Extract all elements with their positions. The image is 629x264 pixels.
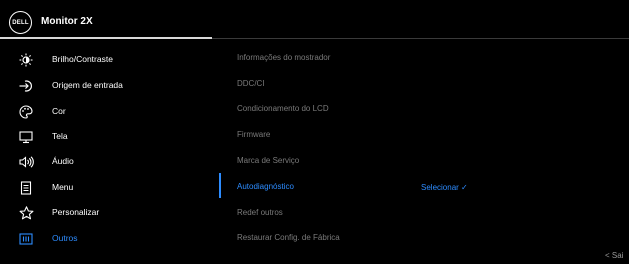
menu-item-label: Personalizar <box>52 207 100 217</box>
monitor-osd: DELL Monitor 2X Brilho/Contraste Origem … <box>0 0 629 264</box>
menu-item-brightness-contrast[interactable]: Brilho/Contraste <box>0 48 212 73</box>
menu-item-label: Menu <box>52 182 74 192</box>
speaker-icon <box>18 154 34 170</box>
osd-header: DELL Monitor 2X <box>0 0 629 40</box>
submenu-item-service-tag[interactable]: Marca de Serviço <box>237 156 299 165</box>
menu-list-icon <box>18 180 34 196</box>
submenu-item-lcd-conditioning[interactable]: Condicionamento do LCD <box>237 104 329 113</box>
menu-item-label: Origem de entrada <box>52 80 123 90</box>
menu-item-display[interactable]: Tela <box>0 125 212 150</box>
input-source-icon <box>18 78 34 94</box>
submenu-item-firmware[interactable]: Firmware <box>237 130 270 139</box>
osd-title: Monitor 2X <box>41 16 93 27</box>
menu-item-label: Outros <box>52 233 78 243</box>
submenu-item-self-diagnostic[interactable]: Autodiagnóstico <box>237 182 294 191</box>
submenu-item-factory-reset[interactable]: Restaurar Config. de Fábrica <box>237 233 340 242</box>
star-icon <box>18 205 34 221</box>
dell-logo: DELL <box>9 11 32 34</box>
menu-item-label: Áudio <box>52 156 74 166</box>
menu-item-color[interactable]: Cor <box>0 100 212 125</box>
menu-item-input-source[interactable]: Origem de entrada <box>0 74 212 99</box>
menu-item-label: Cor <box>52 106 66 116</box>
submenu-item-display-info[interactable]: Informações do mostrador <box>237 53 330 62</box>
select-button[interactable]: Selecionar ✓ <box>421 183 468 192</box>
others-icon <box>18 231 34 247</box>
menu-item-personalize[interactable]: Personalizar <box>0 201 212 226</box>
exit-button[interactable]: < Sai <box>605 251 623 260</box>
submenu-item-reset-others[interactable]: Redef outros <box>237 208 283 217</box>
menu-item-others[interactable]: Outros <box>0 227 212 252</box>
submenu-item-ddc-ci[interactable]: DDC/CI <box>237 79 265 88</box>
header-active-underline <box>0 37 212 39</box>
menu-item-menu[interactable]: Menu <box>0 176 212 201</box>
menu-item-audio[interactable]: Áudio <box>0 150 212 175</box>
menu-item-label: Brilho/Contraste <box>52 54 113 64</box>
color-palette-icon <box>18 104 34 120</box>
display-icon <box>18 129 34 145</box>
selection-indicator <box>219 173 221 198</box>
menu-item-label: Tela <box>52 131 68 141</box>
brightness-icon <box>18 52 34 68</box>
